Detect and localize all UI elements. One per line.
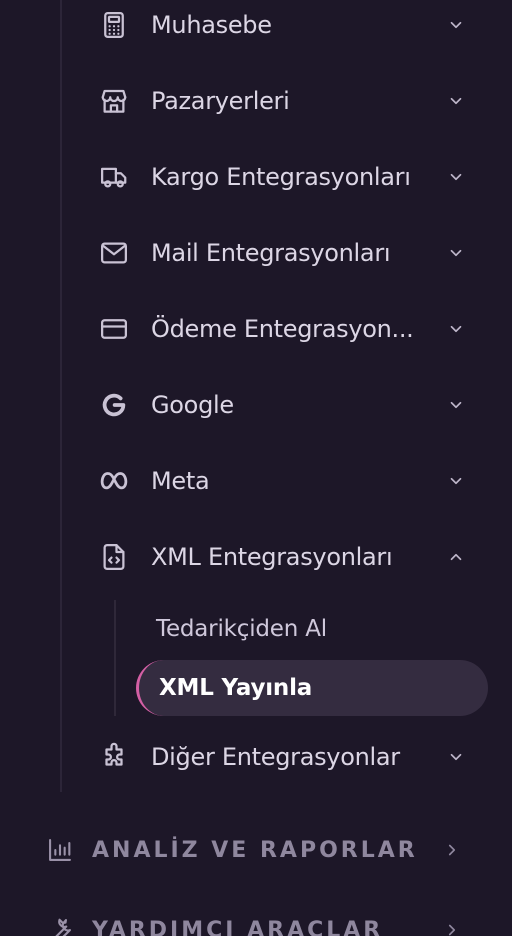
- google-icon: [90, 381, 138, 429]
- store-icon: [90, 77, 138, 125]
- menu-item-label: Meta: [151, 467, 210, 495]
- chevron-down-icon[interactable]: [446, 471, 466, 491]
- chevron-down-icon[interactable]: [446, 243, 466, 263]
- submenu-item-label: XML Yayınla: [159, 675, 313, 701]
- chevron-down-icon[interactable]: [446, 167, 466, 187]
- meta-icon: [90, 457, 138, 505]
- bar-chart-icon: [40, 830, 80, 870]
- chevron-right-icon[interactable]: [442, 920, 462, 936]
- chevron-down-icon[interactable]: [446, 15, 466, 35]
- file-code-icon: [90, 533, 138, 581]
- menu-item-label: Kargo Entegrasyonları: [151, 163, 411, 191]
- submenu-tree-line: [114, 600, 116, 716]
- section-label: YARDIMCI ARAÇLAR: [92, 917, 384, 936]
- menu-item-google[interactable]: Google: [90, 381, 490, 429]
- menu-item-meta[interactable]: Meta: [90, 457, 490, 505]
- menu-item-odeme-entegrasyonlari[interactable]: Ödeme Entegrasyon...: [90, 305, 490, 353]
- calculator-icon: [90, 1, 138, 49]
- menu-item-pazaryerleri[interactable]: Pazaryerleri: [90, 77, 490, 125]
- menu-item-label: Google: [151, 391, 234, 419]
- wrench-icon: [40, 910, 80, 936]
- menu-item-kargo-entegrasyonlari[interactable]: Kargo Entegrasyonları: [90, 153, 490, 201]
- puzzle-icon: [90, 733, 138, 781]
- chevron-down-icon[interactable]: [446, 395, 466, 415]
- menu-item-xml-entegrasyonlari[interactable]: XML Entegrasyonları: [90, 533, 490, 581]
- menu-item-label: Diğer Entegrasyonlar: [151, 743, 400, 771]
- menu-item-muhasebe[interactable]: Muhasebe: [90, 1, 490, 49]
- menu-item-mail-entegrasyonlari[interactable]: Mail Entegrasyonları: [90, 229, 490, 277]
- section-analiz-ve-raporlar[interactable]: ANALİZ VE RAPORLAR: [40, 826, 480, 874]
- chevron-down-icon[interactable]: [446, 91, 466, 111]
- section-label: ANALİZ VE RAPORLAR: [92, 837, 418, 863]
- credit-card-icon: [90, 305, 138, 353]
- section-yardimci-araclar[interactable]: YARDIMCI ARAÇLAR: [40, 906, 480, 936]
- chevron-down-icon[interactable]: [446, 319, 466, 339]
- submenu-item-label: Tedarikçiden Al: [156, 616, 327, 642]
- sidebar: Muhasebe Pazaryerleri Kargo Entegrasyonl…: [0, 0, 512, 936]
- menu-item-label: Ödeme Entegrasyon...: [151, 315, 414, 343]
- chevron-right-icon[interactable]: [442, 840, 462, 860]
- menu-item-label: XML Entegrasyonları: [151, 543, 393, 571]
- mail-icon: [90, 229, 138, 277]
- truck-icon: [90, 153, 138, 201]
- menu-item-diger-entegrasyonlar[interactable]: Diğer Entegrasyonlar: [90, 733, 490, 781]
- submenu-item-tedarikciden-al[interactable]: Tedarikçiden Al: [136, 601, 488, 657]
- chevron-down-icon[interactable]: [446, 747, 466, 767]
- menu-item-label: Muhasebe: [151, 11, 272, 39]
- menu-item-label: Pazaryerleri: [151, 87, 290, 115]
- menu-item-label: Mail Entegrasyonları: [151, 239, 391, 267]
- chevron-up-icon[interactable]: [446, 547, 466, 567]
- submenu-item-xml-yayinla[interactable]: XML Yayınla: [136, 660, 488, 716]
- tree-line: [60, 0, 62, 792]
